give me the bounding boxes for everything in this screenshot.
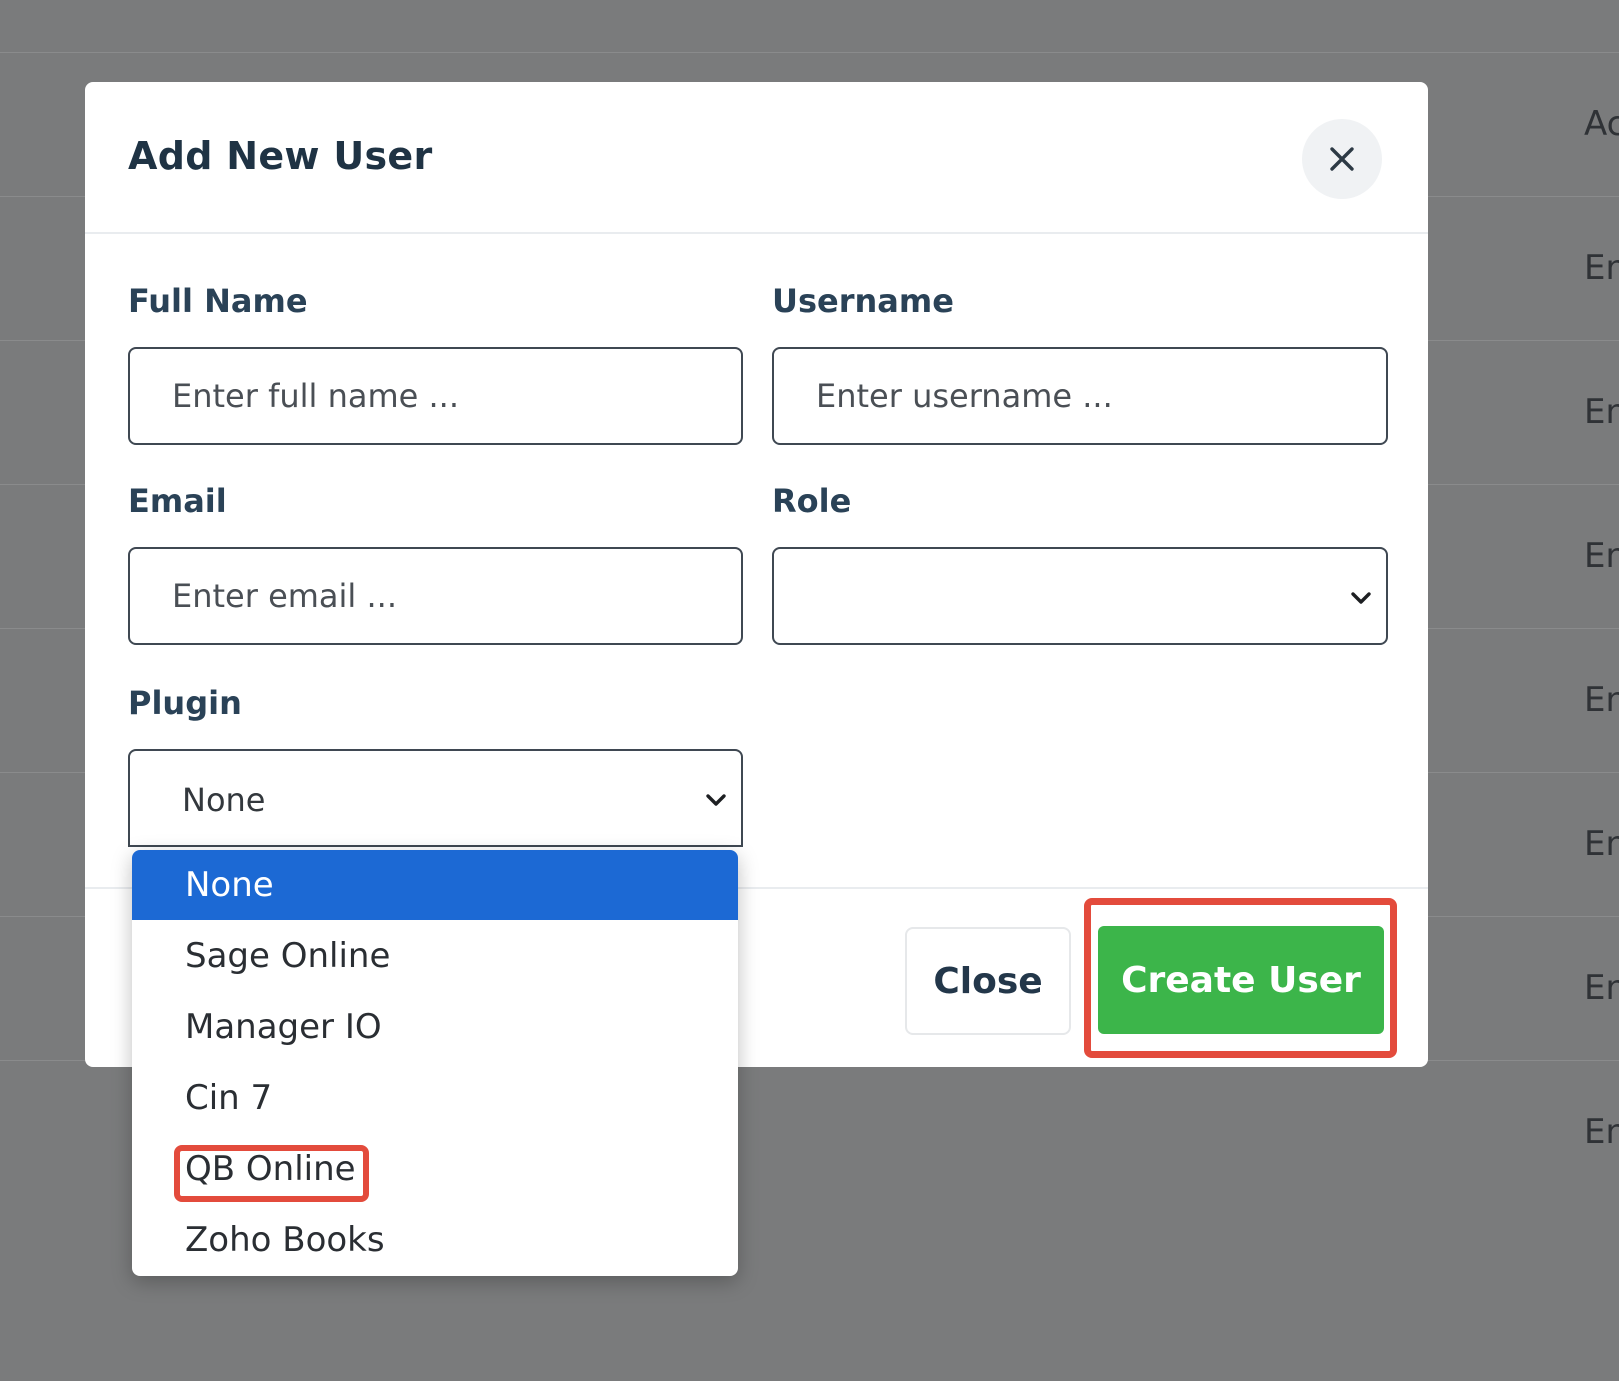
plugin-label: Plugin: [128, 684, 242, 722]
table-cell: En: [1584, 248, 1619, 288]
table-cell: Ac: [1584, 104, 1619, 144]
table-cell: En: [1584, 680, 1619, 720]
full-name-label: Full Name: [128, 282, 308, 320]
modal-title: Add New User: [128, 134, 433, 178]
chevron-down-icon: [706, 794, 726, 806]
chevron-down-icon: [1351, 592, 1371, 604]
table-cell: En: [1584, 536, 1619, 576]
row-divider: [0, 52, 1619, 53]
username-field[interactable]: [772, 347, 1388, 445]
plugin-select-value: None: [182, 781, 266, 819]
plugin-option-manager-io[interactable]: Manager IO: [132, 992, 738, 1062]
full-name-input[interactable]: [130, 349, 741, 443]
close-icon: [1330, 147, 1354, 171]
close-button[interactable]: Close: [905, 927, 1071, 1035]
plugin-select[interactable]: None: [128, 749, 743, 847]
create-user-button[interactable]: Create User: [1098, 926, 1384, 1034]
table-cell: En: [1584, 392, 1619, 432]
plugin-option-qb-online[interactable]: QB Online: [132, 1134, 738, 1204]
full-name-field[interactable]: [128, 347, 743, 445]
plugin-option-sage-online[interactable]: Sage Online: [132, 921, 738, 991]
username-input[interactable]: [774, 349, 1386, 443]
table-cell: En: [1584, 1112, 1619, 1152]
username-label: Username: [772, 282, 954, 320]
plugin-option-zoho-books[interactable]: Zoho Books: [132, 1205, 738, 1275]
role-select[interactable]: [772, 547, 1388, 645]
plugin-dropdown-list: None Sage Online Manager IO Cin 7 QB Onl…: [132, 850, 738, 1276]
plugin-option-cin-7[interactable]: Cin 7: [132, 1063, 738, 1133]
modal-header: Add New User: [85, 82, 1428, 234]
plugin-option-none[interactable]: None: [132, 850, 738, 920]
email-label: Email: [128, 482, 227, 520]
role-label: Role: [772, 482, 852, 520]
email-field[interactable]: [128, 547, 743, 645]
close-modal-button[interactable]: [1302, 119, 1382, 199]
table-cell: En: [1584, 824, 1619, 864]
email-input[interactable]: [130, 549, 741, 643]
table-cell: En: [1584, 968, 1619, 1008]
